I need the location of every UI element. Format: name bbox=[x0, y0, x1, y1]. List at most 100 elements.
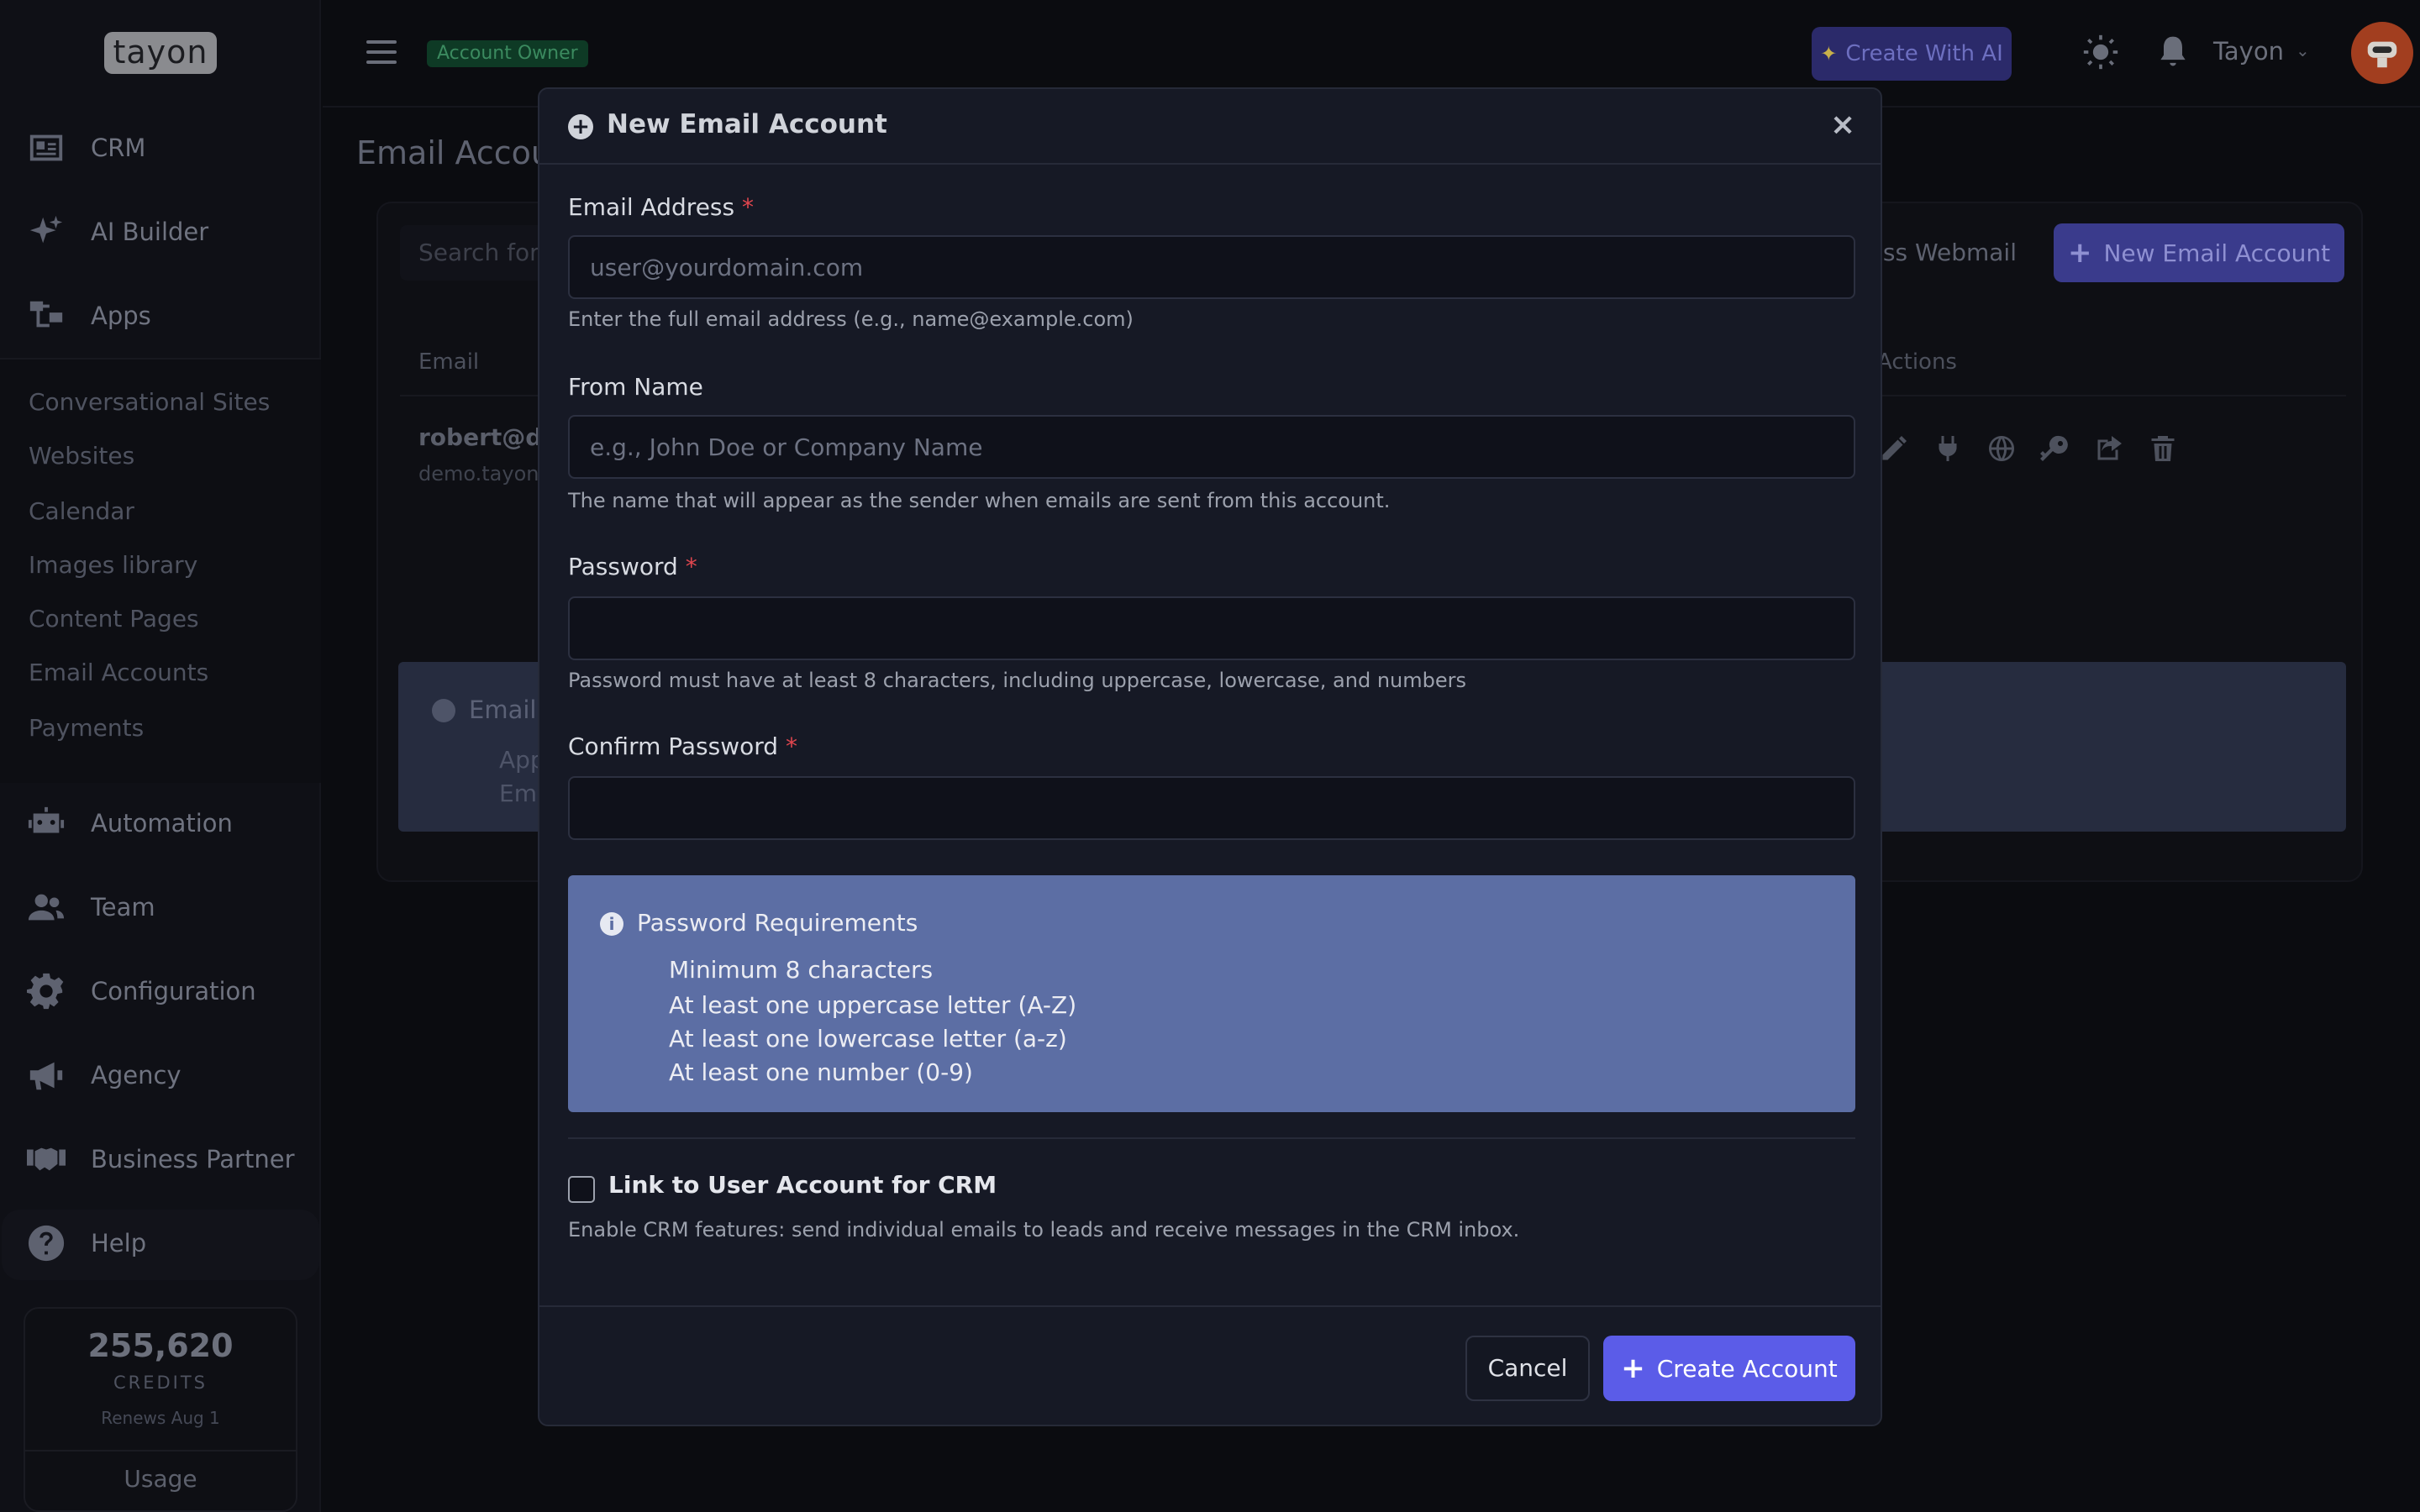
sidebar-subitem-websites[interactable]: Websites bbox=[29, 442, 134, 470]
requirements-title: Password Requirements bbox=[637, 909, 918, 937]
divider bbox=[568, 1137, 1855, 1139]
column-header-actions: Actions bbox=[1877, 349, 1957, 375]
confirm-password-label-text: Confirm Password bbox=[568, 732, 779, 760]
sidebar: tayon CRM AI Builder Apps Conversational… bbox=[0, 0, 321, 1512]
email-help: Enter the full email address (e.g., name… bbox=[568, 307, 1134, 331]
avatar[interactable] bbox=[2351, 22, 2413, 84]
column-header-email: Email bbox=[418, 349, 480, 375]
create-with-ai-label: Create With AI bbox=[1845, 41, 2003, 66]
user-menu-name[interactable]: Tayon bbox=[2213, 37, 2284, 66]
apps-submenu: Conversational Sites Websites Calendar I… bbox=[0, 360, 321, 783]
close-icon[interactable]: × bbox=[1830, 108, 1855, 142]
page-title: Email Accou bbox=[356, 134, 551, 171]
info-icon bbox=[432, 699, 455, 722]
sidebar-item-label: Help bbox=[91, 1229, 147, 1257]
bell-icon[interactable] bbox=[2154, 34, 2191, 71]
globe-icon[interactable] bbox=[1986, 433, 2017, 464]
robot-avatar-icon bbox=[2367, 41, 2397, 68]
gear-icon bbox=[25, 970, 67, 1012]
confirm-password-label: Confirm Password * bbox=[568, 732, 797, 760]
divider bbox=[25, 1450, 296, 1452]
id-card-icon bbox=[25, 127, 67, 169]
share-icon[interactable] bbox=[2094, 433, 2124, 464]
password-label-text: Password bbox=[568, 553, 678, 580]
brand-logo[interactable]: tayon bbox=[104, 32, 217, 74]
from-name-label: From Name bbox=[568, 373, 703, 401]
sidebar-subitem-payments[interactable]: Payments bbox=[29, 714, 144, 742]
usage-link[interactable]: Usage bbox=[25, 1465, 296, 1493]
sidebar-item-label: CRM bbox=[91, 134, 146, 162]
create-account-label: Create Account bbox=[1656, 1354, 1838, 1383]
new-email-account-label: New Email Account bbox=[2103, 239, 2331, 267]
sidebar-item-label: Agency bbox=[91, 1061, 182, 1089]
from-name-help: The name that will appear as the sender … bbox=[568, 489, 1391, 512]
sidebar-subitem-email-accounts[interactable]: Email Accounts bbox=[29, 659, 208, 686]
credits-renewal: Renews Aug 1 bbox=[101, 1408, 220, 1428]
new-email-account-button[interactable]: + New Email Account bbox=[2054, 223, 2344, 282]
plus-icon: + bbox=[1621, 1352, 1645, 1385]
sidebar-item-automation[interactable]: Automation bbox=[25, 800, 233, 847]
sparkles-icon: ✦ bbox=[1820, 42, 1838, 66]
plus-circle-icon: + bbox=[568, 114, 593, 139]
required-marker: * bbox=[742, 193, 754, 221]
sidebar-item-business-partner[interactable]: Business Partner bbox=[25, 1136, 295, 1183]
sidebar-subitem-calendar[interactable]: Calendar bbox=[29, 497, 134, 525]
create-with-ai-button[interactable]: ✦ Create With AI bbox=[1812, 27, 2012, 81]
sidebar-subitem-content-pages[interactable]: Content Pages bbox=[29, 605, 199, 633]
create-account-button[interactable]: + Create Account bbox=[1603, 1336, 1855, 1401]
question-icon bbox=[25, 1222, 67, 1264]
plus-icon: + bbox=[2067, 236, 2092, 270]
link-crm-label[interactable]: Link to User Account for CRM bbox=[608, 1171, 997, 1199]
info-icon: i bbox=[600, 912, 623, 936]
sidebar-item-apps[interactable]: Apps bbox=[25, 292, 151, 339]
role-badge: Account Owner bbox=[427, 40, 588, 67]
email-field[interactable] bbox=[568, 235, 1855, 299]
sidebar-item-label: Automation bbox=[91, 809, 233, 837]
megaphone-icon bbox=[25, 1054, 67, 1096]
hamburger-menu-icon[interactable] bbox=[366, 40, 397, 64]
sidebar-item-label: AI Builder bbox=[91, 218, 209, 246]
sidebar-subitem-images-library[interactable]: Images library bbox=[29, 551, 197, 579]
cancel-button[interactable]: Cancel bbox=[1465, 1336, 1590, 1401]
divider bbox=[539, 1305, 1881, 1307]
credits-label: CREDITS bbox=[113, 1373, 208, 1393]
requirement-item: At least one lowercase letter (a-z) bbox=[669, 1025, 1067, 1053]
requirement-item: At least one number (0-9) bbox=[669, 1058, 973, 1086]
email-label: Email Address * bbox=[568, 193, 754, 221]
from-name-field[interactable] bbox=[568, 415, 1855, 479]
sidebar-item-label: Team bbox=[91, 893, 155, 921]
trash-icon[interactable] bbox=[2148, 433, 2178, 464]
link-crm-checkbox[interactable] bbox=[568, 1176, 595, 1203]
required-marker: * bbox=[785, 732, 797, 760]
sidebar-subitem-conversational-sites[interactable]: Conversational Sites bbox=[29, 388, 270, 416]
sparkles-icon bbox=[25, 211, 67, 253]
key-icon[interactable] bbox=[2040, 433, 2070, 464]
required-marker: * bbox=[685, 553, 697, 580]
credits-value: 255,620 bbox=[87, 1327, 234, 1364]
sidebar-item-ai-builder[interactable]: AI Builder bbox=[25, 208, 208, 255]
sidebar-item-label: Apps bbox=[91, 302, 151, 330]
new-email-account-modal: + New Email Account × Email Address * En… bbox=[538, 87, 1882, 1426]
sidebar-item-team[interactable]: Team bbox=[25, 884, 155, 931]
password-label: Password * bbox=[568, 553, 697, 580]
sun-icon[interactable] bbox=[2082, 34, 2119, 71]
confirm-password-field[interactable] bbox=[568, 776, 1855, 840]
credits-card: 255,620 CREDITS Renews Aug 1 Usage bbox=[24, 1307, 297, 1512]
password-field[interactable] bbox=[568, 596, 1855, 660]
sidebar-item-label: Configuration bbox=[91, 977, 256, 1005]
password-requirements-box: i Password Requirements Minimum 8 charac… bbox=[568, 875, 1855, 1112]
requirement-item: Minimum 8 characters bbox=[669, 956, 934, 984]
sidebar-item-configuration[interactable]: Configuration bbox=[25, 968, 256, 1015]
modal-header: + New Email Account × bbox=[539, 89, 1881, 165]
users-icon bbox=[25, 886, 67, 928]
plug-icon[interactable] bbox=[1933, 433, 1963, 464]
edit-icon[interactable] bbox=[1879, 433, 1909, 464]
sidebar-item-agency[interactable]: Agency bbox=[25, 1052, 182, 1099]
table-row-domain: demo.tayon bbox=[418, 462, 539, 486]
link-crm-help: Enable CRM features: send individual ema… bbox=[568, 1218, 1520, 1242]
row-actions bbox=[1879, 433, 2178, 464]
sidebar-item-help[interactable]: Help bbox=[25, 1220, 146, 1267]
chevron-down-icon[interactable]: ⌄ bbox=[2296, 40, 2310, 60]
sidebar-item-crm[interactable]: CRM bbox=[25, 124, 145, 171]
password-help: Password must have at least 8 characters… bbox=[568, 669, 1467, 692]
